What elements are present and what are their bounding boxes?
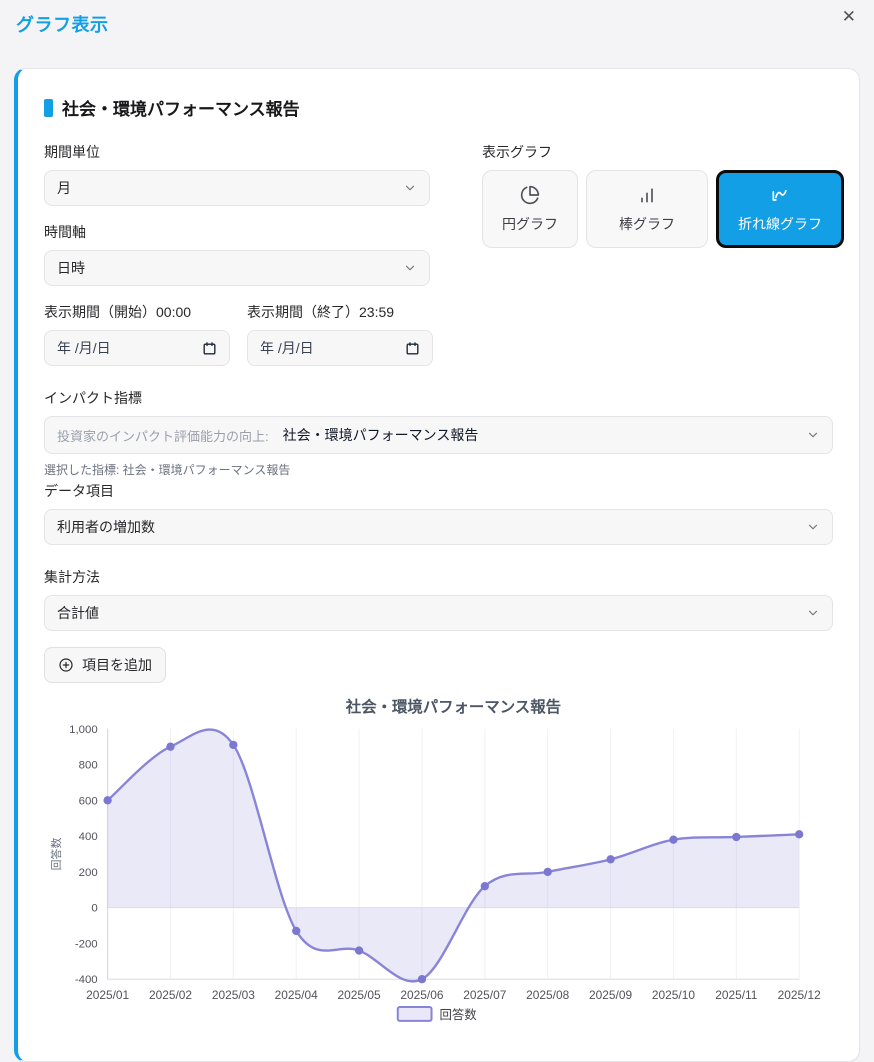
- svg-text:2025/02: 2025/02: [149, 988, 192, 1002]
- bar-chart-icon: [637, 185, 657, 205]
- svg-text:2025/06: 2025/06: [400, 988, 443, 1002]
- add-item-button[interactable]: 項目を追加: [44, 647, 166, 683]
- impact-indicator-label: インパクト指標: [44, 390, 142, 406]
- heading-accent-bar: [44, 98, 53, 117]
- svg-text:-400: -400: [75, 974, 98, 986]
- data-item-value: 利用者の増加数: [57, 519, 155, 535]
- svg-text:2025/04: 2025/04: [275, 988, 318, 1002]
- chevron-down-icon: [806, 428, 820, 442]
- svg-text:2025/09: 2025/09: [589, 988, 632, 1002]
- chevron-down-icon: [403, 181, 417, 195]
- svg-text:2025/10: 2025/10: [652, 988, 695, 1002]
- period-unit-select[interactable]: 月: [44, 170, 430, 206]
- calendar-icon[interactable]: [405, 341, 420, 356]
- svg-text:600: 600: [79, 795, 98, 807]
- svg-text:回答数: 回答数: [439, 1007, 477, 1022]
- aggregation-value: 合計値: [57, 605, 99, 621]
- svg-text:社会・環境パフォーマンス報告: 社会・環境パフォーマンス報告: [345, 697, 561, 716]
- impact-indicator-value: 社会・環境パフォーマンス報告: [282, 427, 479, 443]
- chevron-down-icon: [403, 261, 417, 275]
- pie-chart-icon: [520, 185, 540, 205]
- aggregation-label: 集計方法: [44, 569, 100, 585]
- chart-canvas: 1,000 800 600 400 200 0 -200 -400 2025/01 2025/02…: [49, 697, 821, 1022]
- chart-type-line-label: 折れ線グラフ: [738, 215, 822, 232]
- period-end-placeholder: 年 /月/日: [260, 340, 314, 356]
- chart-type-group: 円グラフ 棒グラフ 折れ線グラフ: [482, 170, 844, 248]
- top-bar: グラフ表示 ✕: [0, 0, 874, 37]
- aggregation-select[interactable]: 合計値: [44, 595, 833, 631]
- impact-indicator-select[interactable]: 投資家のインパクト評価能力の向上: 社会・環境パフォーマンス報告: [44, 416, 833, 454]
- data-item-field: データ項目 利用者の増加数: [44, 481, 833, 545]
- page-title: グラフ表示: [16, 15, 109, 35]
- display-graph-label: 表示グラフ: [482, 144, 552, 160]
- impact-indicator-prefix: 投資家のインパクト評価能力の向上:: [57, 428, 269, 444]
- time-axis-field: 時間軸 日時: [44, 222, 430, 286]
- time-axis-select[interactable]: 日時: [44, 250, 430, 286]
- impact-indicator-field: インパクト指標 投資家のインパクト評価能力の向上: 社会・環境パフォーマンス報告…: [44, 388, 833, 478]
- svg-text:2025/05: 2025/05: [338, 988, 381, 1002]
- period-unit-value: 月: [57, 180, 71, 196]
- period-unit-label: 期間単位: [44, 144, 100, 160]
- line-chart-icon: [770, 185, 790, 205]
- svg-text:2025/11: 2025/11: [715, 988, 758, 1002]
- svg-text:2025/08: 2025/08: [526, 988, 569, 1002]
- period-start-input[interactable]: 年 /月/日: [44, 330, 230, 366]
- svg-text:-200: -200: [75, 938, 98, 950]
- chevron-down-icon: [806, 606, 820, 620]
- close-icon[interactable]: ✕: [842, 8, 856, 25]
- aggregation-field: 集計方法 合計値: [44, 567, 833, 631]
- svg-text:800: 800: [79, 760, 98, 772]
- data-item-select[interactable]: 利用者の増加数: [44, 509, 833, 545]
- svg-text:2025/03: 2025/03: [212, 988, 255, 1002]
- svg-text:回答数: 回答数: [49, 838, 63, 871]
- chart-type-pie-label: 円グラフ: [502, 215, 558, 232]
- svg-text:2025/01: 2025/01: [86, 988, 129, 1002]
- plus-circle-icon: [58, 657, 74, 673]
- svg-text:2025/07: 2025/07: [463, 988, 506, 1002]
- calendar-icon[interactable]: [202, 341, 217, 356]
- period-start-label: 表示期間（開始）00:00: [44, 304, 192, 320]
- chart-type-pie-button[interactable]: 円グラフ: [482, 170, 578, 248]
- svg-text:2025/12: 2025/12: [778, 988, 821, 1002]
- add-item-label: 項目を追加: [82, 657, 152, 673]
- chart-type-bar-button[interactable]: 棒グラフ: [586, 170, 708, 248]
- chart-type-line-button[interactable]: 折れ線グラフ: [716, 170, 844, 248]
- period-end-field: 表示期間（終了）23:59 年 /月/日: [247, 302, 433, 366]
- svg-text:1,000: 1,000: [69, 724, 98, 736]
- time-axis-value: 日時: [57, 260, 85, 276]
- panel-header: 社会・環境パフォーマンス報告: [44, 95, 833, 120]
- chart-type-bar-label: 棒グラフ: [619, 215, 675, 232]
- svg-text:200: 200: [79, 867, 98, 879]
- chevron-down-icon: [806, 520, 820, 534]
- data-item-label: データ項目: [44, 483, 114, 499]
- period-end-input[interactable]: 年 /月/日: [247, 330, 433, 366]
- panel-heading: 社会・環境パフォーマンス報告: [62, 100, 300, 119]
- line-chart: 1,000 800 600 400 200 0 -200 -400 2025/01 2025/02…: [44, 695, 833, 1031]
- period-unit-field: 期間単位 月: [44, 142, 430, 206]
- svg-text:0: 0: [91, 903, 97, 915]
- period-start-field: 表示期間（開始）00:00 年 /月/日: [44, 302, 230, 366]
- period-start-placeholder: 年 /月/日: [57, 340, 111, 356]
- svg-text:400: 400: [79, 831, 98, 843]
- selected-indicator-note: 選択した指標: 社会・環境パフォーマンス報告: [44, 463, 291, 477]
- report-panel: 社会・環境パフォーマンス報告 期間単位 月 時間軸 日時 表示期間（開始）00:…: [14, 68, 860, 1062]
- period-end-label: 表示期間（終了）23:59: [247, 304, 395, 320]
- time-axis-label: 時間軸: [44, 224, 86, 240]
